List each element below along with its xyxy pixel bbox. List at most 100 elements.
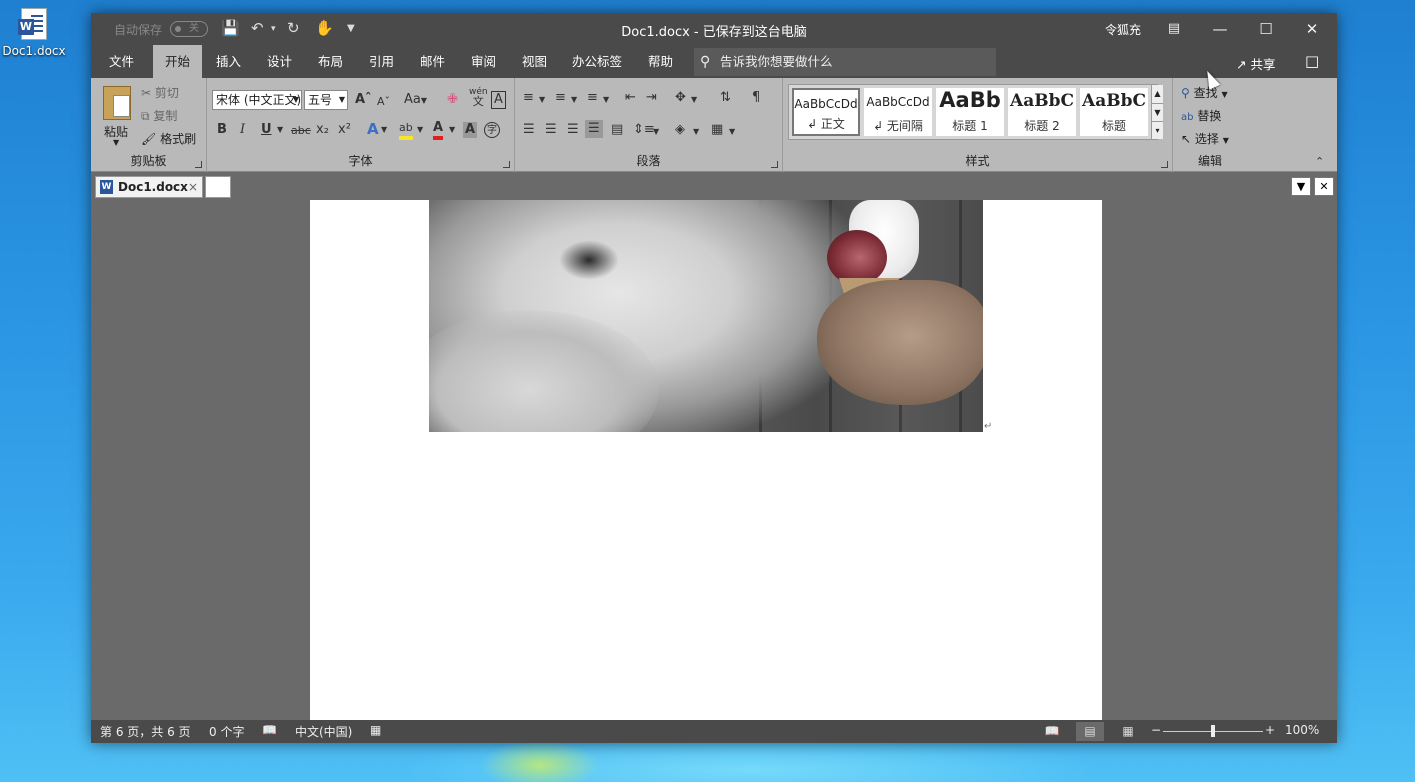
numbering-icon[interactable]: ≡: [555, 90, 566, 106]
tab-references[interactable]: 引用: [369, 45, 394, 78]
bold-icon[interactable]: B: [217, 122, 227, 138]
tab-office-tab[interactable]: 办公标签: [572, 45, 622, 78]
style-heading-1[interactable]: AaBb 标题 1: [936, 88, 1004, 136]
comments-icon[interactable]: □: [1305, 52, 1319, 70]
clear-format-icon[interactable]: ✙: [447, 92, 458, 108]
styles-launcher-icon[interactable]: [1161, 161, 1168, 168]
user-name[interactable]: 令狐充: [1105, 21, 1141, 38]
increase-indent-icon[interactable]: ⇥: [646, 90, 657, 106]
chinese-layout-icon[interactable]: ✥: [675, 90, 686, 106]
paste-dropdown-icon[interactable]: ▼: [113, 138, 119, 147]
align-left-icon[interactable]: ☰: [523, 122, 535, 138]
zoom-level[interactable]: 100%: [1285, 723, 1319, 737]
zoom-in-icon[interactable]: +: [1265, 723, 1275, 737]
show-marks-icon[interactable]: ¶: [752, 90, 760, 106]
change-case-icon[interactable]: Aa▼: [404, 92, 427, 109]
cut-button[interactable]: ✂ 剪切: [141, 84, 179, 101]
proofing-icon[interactable]: 📖: [262, 723, 277, 737]
shrink-font-icon[interactable]: Aˇ: [377, 94, 390, 110]
multilevel-dropdown-icon[interactable]: ▼: [603, 92, 609, 108]
character-border-icon[interactable]: A: [491, 91, 506, 109]
text-effects-icon[interactable]: A: [367, 121, 379, 137]
desktop-file-icon[interactable]: W Doc1.docx: [2, 8, 66, 58]
phonetic-guide-icon[interactable]: wén 文: [469, 88, 488, 108]
borders-icon[interactable]: ▦: [711, 122, 723, 138]
line-spacing-dropdown-icon[interactable]: ▼: [653, 124, 659, 140]
superscript-icon[interactable]: x²: [338, 122, 351, 138]
tab-home[interactable]: 开始: [153, 45, 203, 78]
justify-icon[interactable]: ☰: [585, 120, 603, 138]
word-count[interactable]: 0 个字: [209, 723, 244, 740]
decrease-indent-icon[interactable]: ⇤: [625, 90, 636, 106]
tab-file[interactable]: 文件: [109, 45, 134, 78]
new-tab-button[interactable]: [205, 176, 231, 198]
document-page[interactable]: ↵: [310, 200, 1102, 720]
paragraph-launcher-icon[interactable]: [771, 161, 778, 168]
close-document-icon[interactable]: ✕: [1314, 177, 1334, 196]
shading-icon[interactable]: ◈: [675, 122, 685, 138]
font-color-dropdown-icon[interactable]: ▼: [449, 122, 455, 138]
macro-icon[interactable]: ▦: [370, 723, 381, 737]
sort-icon[interactable]: ⇅: [720, 90, 731, 106]
select-button[interactable]: ↖ 选择 ▼: [1181, 130, 1229, 147]
copy-button[interactable]: ⧉ 复制: [141, 107, 177, 124]
style-normal[interactable]: AaBbCcDd ↲ 正文: [792, 88, 860, 136]
style-no-spacing[interactable]: AaBbCcDd ↲ 无间隔: [864, 88, 932, 136]
tab-view[interactable]: 视图: [522, 45, 547, 78]
find-button[interactable]: ⚲ 查找 ▼: [1181, 84, 1228, 101]
highlight-icon[interactable]: ab: [399, 120, 413, 140]
italic-icon[interactable]: I: [240, 122, 245, 138]
font-color-icon[interactable]: A: [433, 120, 444, 140]
underline-icon[interactable]: U: [261, 122, 272, 138]
styles-up-icon[interactable]: ▲: [1152, 85, 1163, 103]
numbering-dropdown-icon[interactable]: ▼: [571, 92, 577, 108]
bullets-dropdown-icon[interactable]: ▼: [539, 92, 545, 108]
replace-button[interactable]: ab 替换: [1181, 107, 1221, 124]
highlight-dropdown-icon[interactable]: ▼: [417, 122, 423, 138]
maximize-icon[interactable]: ☐: [1243, 17, 1289, 41]
minimize-icon[interactable]: —: [1197, 17, 1243, 41]
font-name-combo[interactable]: 宋体 (中文正文) ▼: [212, 90, 302, 110]
close-tab-icon[interactable]: ×: [188, 177, 198, 197]
document-canvas[interactable]: ↵: [91, 200, 1337, 720]
styles-scroll[interactable]: ▲ ▼ ▾: [1151, 85, 1163, 139]
format-painter-button[interactable]: 🖌 格式刷: [141, 130, 196, 147]
tab-insert[interactable]: 插入: [216, 45, 241, 78]
character-shading-icon[interactable]: A: [463, 122, 478, 138]
style-heading-2[interactable]: AaBbC 标题 2: [1008, 88, 1076, 136]
subscript-icon[interactable]: x₂: [316, 122, 329, 138]
grow-font-icon[interactable]: Aˆ: [355, 92, 372, 108]
align-center-icon[interactable]: ☰: [545, 122, 557, 138]
tab-list-dropdown-icon[interactable]: ▼: [1291, 177, 1311, 196]
paste-icon[interactable]: [103, 86, 131, 120]
read-mode-icon[interactable]: 📖: [1038, 722, 1066, 741]
styles-down-icon[interactable]: ▼: [1152, 103, 1163, 121]
language-indicator[interactable]: 中文(中国): [295, 723, 352, 740]
line-spacing-icon[interactable]: ⇕≡: [633, 122, 655, 138]
bullets-icon[interactable]: ≡: [523, 90, 534, 106]
strikethrough-icon[interactable]: abc: [291, 123, 311, 139]
distributed-icon[interactable]: ▤: [611, 122, 623, 138]
style-title[interactable]: AaBbC 标题: [1080, 88, 1148, 136]
borders-dropdown-icon[interactable]: ▼: [729, 124, 735, 140]
print-layout-icon[interactable]: ▤: [1076, 722, 1104, 741]
web-layout-icon[interactable]: ▦: [1114, 722, 1142, 741]
close-icon[interactable]: ✕: [1289, 17, 1335, 41]
shading-dropdown-icon[interactable]: ▼: [693, 124, 699, 140]
tab-mailings[interactable]: 邮件: [420, 45, 445, 78]
text-effects-dropdown-icon[interactable]: ▼: [381, 122, 387, 138]
align-right-icon[interactable]: ☰: [567, 122, 579, 138]
document-tab-doc1[interactable]: W Doc1.docx ×: [95, 176, 203, 198]
tab-help[interactable]: 帮助: [648, 45, 673, 78]
font-size-combo[interactable]: 五号 ▼: [304, 90, 348, 110]
multilevel-list-icon[interactable]: ≡: [587, 90, 598, 106]
inserted-photo-dog-ice-cream[interactable]: [429, 200, 983, 432]
page-count[interactable]: 第 6 页，共 6 页: [100, 723, 191, 740]
tab-design[interactable]: 设计: [267, 45, 292, 78]
zoom-out-icon[interactable]: −: [1151, 723, 1161, 737]
chinese-layout-dropdown-icon[interactable]: ▼: [691, 92, 697, 108]
zoom-slider-thumb[interactable]: [1211, 725, 1215, 737]
ribbon-display-icon[interactable]: ▤: [1151, 17, 1197, 41]
clipboard-launcher-icon[interactable]: [195, 161, 202, 168]
styles-more-icon[interactable]: ▾: [1152, 121, 1163, 139]
